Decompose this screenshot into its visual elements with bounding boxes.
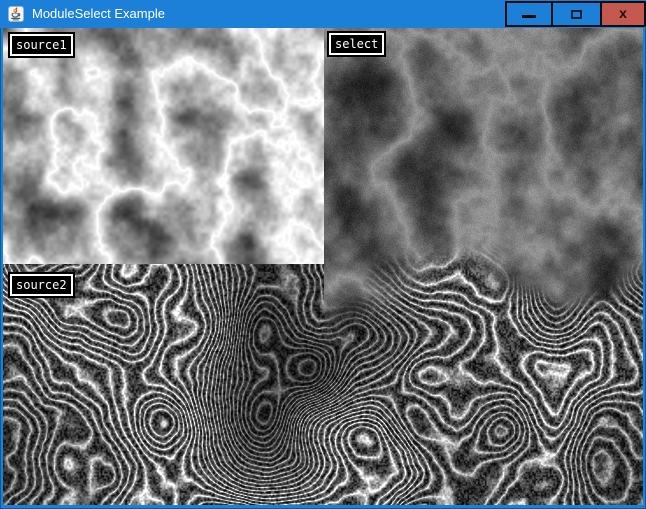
- maximize-button[interactable]: [553, 1, 602, 27]
- maximize-icon: [571, 10, 582, 19]
- app-window: ModuleSelect Example x source1 select so…: [0, 0, 646, 509]
- minimize-icon: [522, 15, 536, 18]
- close-icon: x: [619, 6, 627, 20]
- label-source1: source1: [10, 34, 73, 56]
- label-source2: source2: [10, 274, 73, 296]
- noise-render-area: source1 select source2: [3, 28, 643, 505]
- noise-preview-canvas: [3, 28, 643, 505]
- java-coffee-cup-icon: [8, 6, 24, 22]
- label-select: select: [329, 33, 384, 55]
- window-title: ModuleSelect Example: [32, 0, 165, 28]
- titlebar[interactable]: ModuleSelect Example x: [0, 0, 646, 28]
- minimize-button[interactable]: [505, 1, 553, 27]
- close-button[interactable]: x: [602, 1, 646, 27]
- window-controls: x: [505, 0, 646, 28]
